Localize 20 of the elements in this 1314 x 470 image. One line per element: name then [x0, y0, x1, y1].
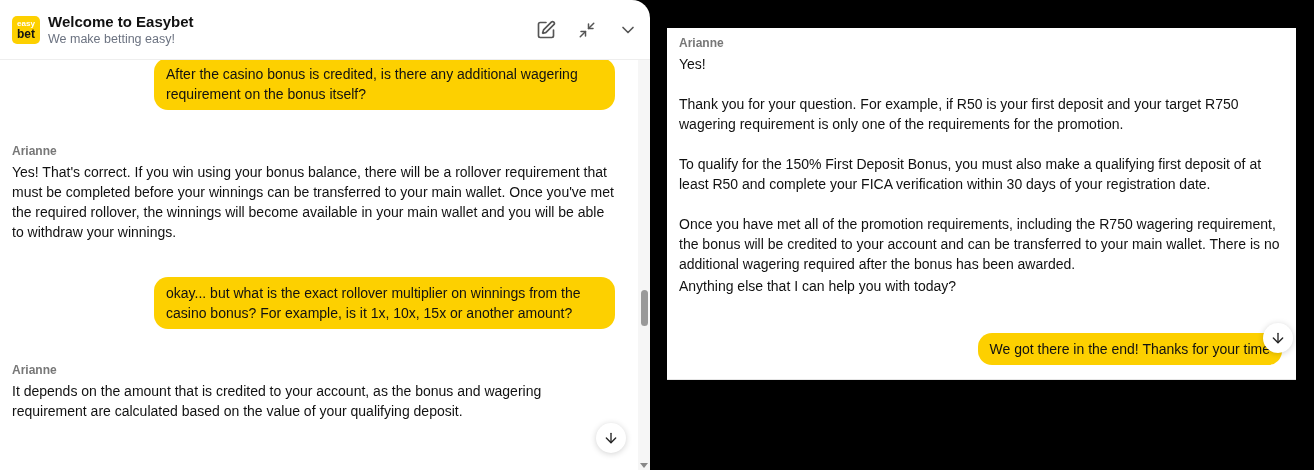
chat-subtitle: We make betting easy!: [48, 32, 176, 46]
message-text: Thank you for your question. For example, if R50 is your first deposit and your target R750 wagering requirement is only one of the requirements for the promotion.: [679, 95, 1240, 134]
author-name: Arianne: [679, 36, 725, 50]
edit-icon[interactable]: [536, 19, 556, 40]
logo: easy bet: [12, 15, 40, 44]
author-name: Arianne: [12, 144, 58, 158]
message-text: Yes!: [679, 55, 707, 74]
message-text: Yes! That's correct. If you win using your bonus balance, there will be a rollover requirement that must be completed before your winnings can be transferred to your main wallet. Once you've met the required rollover, the winnings will become available in your main wallet and you will be able to withdraw your winnings.: [12, 163, 615, 242]
scrollbar[interactable]: [638, 60, 650, 470]
chat-title: Welcome to Easybet: [48, 13, 195, 30]
scroll-down-button[interactable]: [596, 423, 626, 453]
arrow-down-icon: [603, 430, 619, 446]
message-text: To qualify for the 150% First Deposit Bonus, you must also make a qualifying first deposit of at least R50 and complete your FICA verification within 30 days of your registration date.: [679, 155, 1263, 194]
message-text: Once you have met all of the promotion requirements, including the R750 wagering requirement, the bonus will be credited to your account and can be transferred to your main wallet. There is no additional wagering required after the bonus has been awarded.: [679, 215, 1281, 274]
message-bubble: okay... but what is the exact rollover multiplier on winnings from the casino bonus? For example, is it 1x, 10x, 15x or another amount?: [154, 277, 615, 329]
minimize-icon[interactable]: [578, 20, 596, 39]
message-text: Anything else that I can help you with today?: [679, 277, 958, 296]
author-name: Arianne: [12, 363, 58, 377]
message-bubble: After the casino bonus is credited, is there any additional wagering requirement on the bonus itself?: [154, 60, 615, 110]
message-text: It depends on the amount that is credited to your account, as the bonus and wagering requirement are calculated based on the value of your qualifying deposit.: [12, 382, 543, 421]
